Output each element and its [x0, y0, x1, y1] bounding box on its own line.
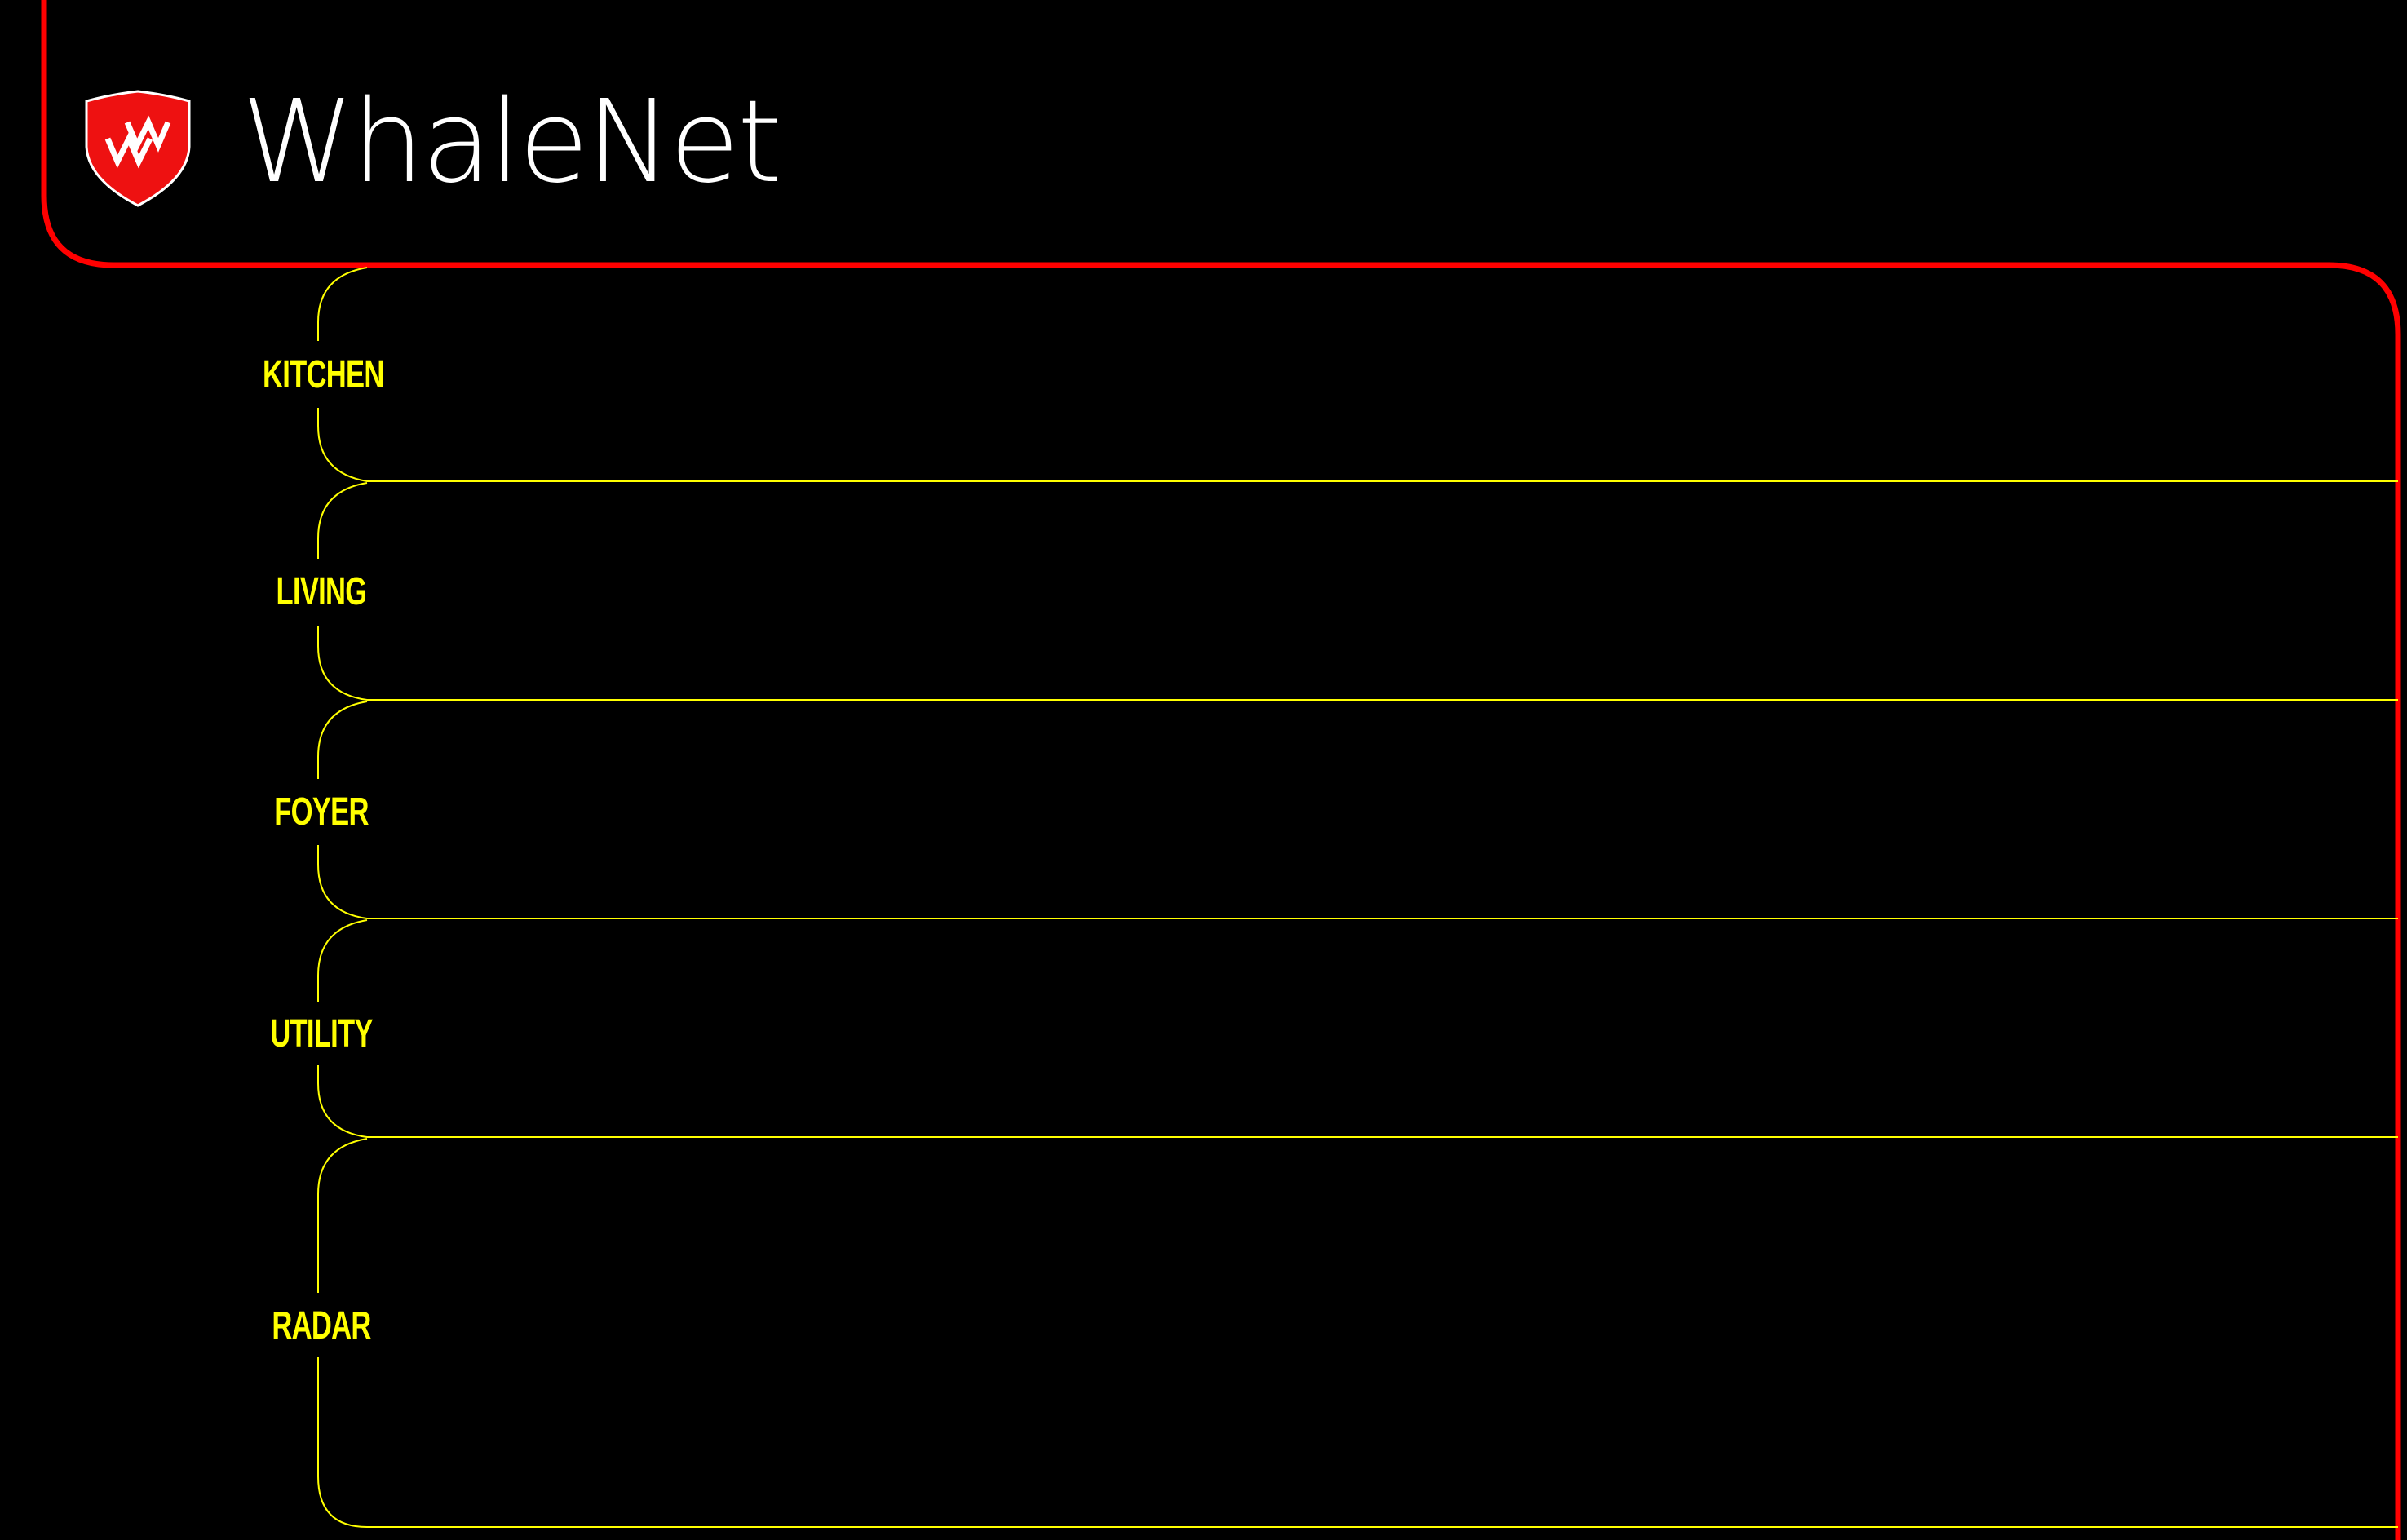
- room-label-foyer[interactable]: FOYER: [263, 788, 380, 837]
- room-label-living[interactable]: LIVING: [263, 568, 380, 617]
- shield-logo-icon[interactable]: [85, 90, 191, 207]
- room-panel-living[interactable]: [383, 483, 2390, 700]
- room-label-utility[interactable]: UTILITY: [263, 1010, 380, 1059]
- room-panel-utility[interactable]: [383, 920, 2390, 1137]
- room-panel-foyer[interactable]: [383, 701, 2390, 918]
- room-panel-radar[interactable]: [383, 1139, 2390, 1527]
- room-label-radar[interactable]: RADAR: [263, 1302, 380, 1351]
- app-title: WhaleNet: [241, 76, 782, 209]
- room-label-kitchen[interactable]: KITCHEN: [263, 351, 384, 400]
- room-panel-kitchen[interactable]: [383, 268, 2390, 481]
